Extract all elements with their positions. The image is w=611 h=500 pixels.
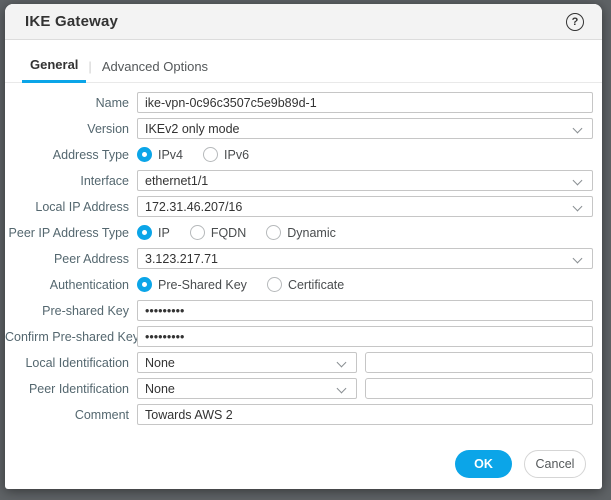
radio-certificate[interactable]: Certificate [267, 277, 344, 292]
chevron-down-icon [573, 176, 583, 186]
radio-unselected-icon [267, 277, 282, 292]
interface-label: Interface [5, 174, 137, 188]
radio-certificate-label: Certificate [288, 278, 344, 292]
comment-input[interactable] [137, 404, 593, 425]
radio-ipv6[interactable]: IPv6 [203, 147, 249, 162]
name-input[interactable] [137, 92, 593, 113]
radio-fqdn[interactable]: FQDN [190, 225, 246, 240]
radio-ip-label: IP [158, 226, 170, 240]
general-form: Name Version IKEv2 only mode Address Typ… [5, 92, 602, 430]
peer-identification-value: None [145, 382, 175, 396]
peer-identification-row: Peer Identification None [5, 378, 593, 399]
tab-separator: | [86, 55, 93, 82]
radio-ip[interactable]: IP [137, 225, 170, 240]
tab-bar: General | Advanced Options [5, 53, 602, 83]
peer-address-row: Peer Address 3.123.217.71 [5, 248, 593, 269]
radio-dynamic[interactable]: Dynamic [266, 225, 336, 240]
peer-ip-type-row: Peer IP Address Type IP FQDN Dynamic [5, 222, 593, 243]
radio-pre-shared-key[interactable]: Pre-Shared Key [137, 277, 247, 292]
version-row: Version IKEv2 only mode [5, 118, 593, 139]
peer-identification-input[interactable] [365, 378, 593, 399]
radio-ipv6-label: IPv6 [224, 148, 249, 162]
pre-shared-key-label: Pre-shared Key [5, 304, 137, 318]
peer-address-value: 3.123.217.71 [145, 252, 218, 266]
name-label: Name [5, 96, 137, 110]
pre-shared-key-input[interactable] [137, 300, 593, 321]
comment-row: Comment [5, 404, 593, 425]
peer-identification-select[interactable]: None [137, 378, 357, 399]
chevron-down-icon [573, 202, 583, 212]
radio-selected-icon [137, 225, 152, 240]
ok-button[interactable]: OK [455, 450, 512, 478]
radio-selected-icon [137, 147, 152, 162]
version-value: IKEv2 only mode [145, 122, 240, 136]
peer-ip-type-label: Peer IP Address Type [5, 226, 137, 240]
address-type-row: Address Type IPv4 IPv6 [5, 144, 593, 165]
radio-dynamic-label: Dynamic [287, 226, 336, 240]
comment-label: Comment [5, 408, 137, 422]
interface-row: Interface ethernet1/1 [5, 170, 593, 191]
version-select[interactable]: IKEv2 only mode [137, 118, 593, 139]
radio-ipv4-label: IPv4 [158, 148, 183, 162]
authentication-label: Authentication [5, 278, 137, 292]
chevron-down-icon [337, 358, 347, 368]
ike-gateway-dialog: IKE Gateway ? General | Advanced Options… [5, 4, 602, 489]
confirm-pre-shared-key-label: Confirm Pre-shared Key [5, 330, 137, 344]
local-ip-label: Local IP Address [5, 200, 137, 214]
local-identification-row: Local Identification None [5, 352, 593, 373]
local-ip-select[interactable]: 172.31.46.207/16 [137, 196, 593, 217]
tab-general[interactable]: General [22, 53, 86, 83]
radio-psk-label: Pre-Shared Key [158, 278, 247, 292]
peer-address-select[interactable]: 3.123.217.71 [137, 248, 593, 269]
peer-identification-label: Peer Identification [5, 382, 137, 396]
name-row: Name [5, 92, 593, 113]
local-identification-value: None [145, 356, 175, 370]
interface-value: ethernet1/1 [145, 174, 208, 188]
chevron-down-icon [573, 254, 583, 264]
authentication-row: Authentication Pre-Shared Key Certificat… [5, 274, 593, 295]
dialog-titlebar: IKE Gateway ? [5, 4, 602, 40]
confirm-pre-shared-key-row: Confirm Pre-shared Key [5, 326, 593, 347]
radio-ipv4[interactable]: IPv4 [137, 147, 183, 162]
confirm-pre-shared-key-input[interactable] [137, 326, 593, 347]
pre-shared-key-row: Pre-shared Key [5, 300, 593, 321]
radio-fqdn-label: FQDN [211, 226, 246, 240]
local-identification-input[interactable] [365, 352, 593, 373]
address-type-label: Address Type [5, 148, 137, 162]
tab-advanced-options[interactable]: Advanced Options [94, 55, 216, 82]
help-icon[interactable]: ? [566, 13, 584, 31]
local-identification-label: Local Identification [5, 356, 137, 370]
radio-selected-icon [137, 277, 152, 292]
dialog-footer: OK Cancel [5, 450, 602, 489]
radio-unselected-icon [266, 225, 281, 240]
local-ip-row: Local IP Address 172.31.46.207/16 [5, 196, 593, 217]
local-identification-select[interactable]: None [137, 352, 357, 373]
version-label: Version [5, 122, 137, 136]
radio-unselected-icon [203, 147, 218, 162]
radio-unselected-icon [190, 225, 205, 240]
dialog-title: IKE Gateway [25, 13, 566, 30]
chevron-down-icon [337, 384, 347, 394]
interface-select[interactable]: ethernet1/1 [137, 170, 593, 191]
chevron-down-icon [573, 124, 583, 134]
cancel-button[interactable]: Cancel [524, 450, 586, 478]
peer-address-label: Peer Address [5, 252, 137, 266]
local-ip-value: 172.31.46.207/16 [145, 200, 242, 214]
